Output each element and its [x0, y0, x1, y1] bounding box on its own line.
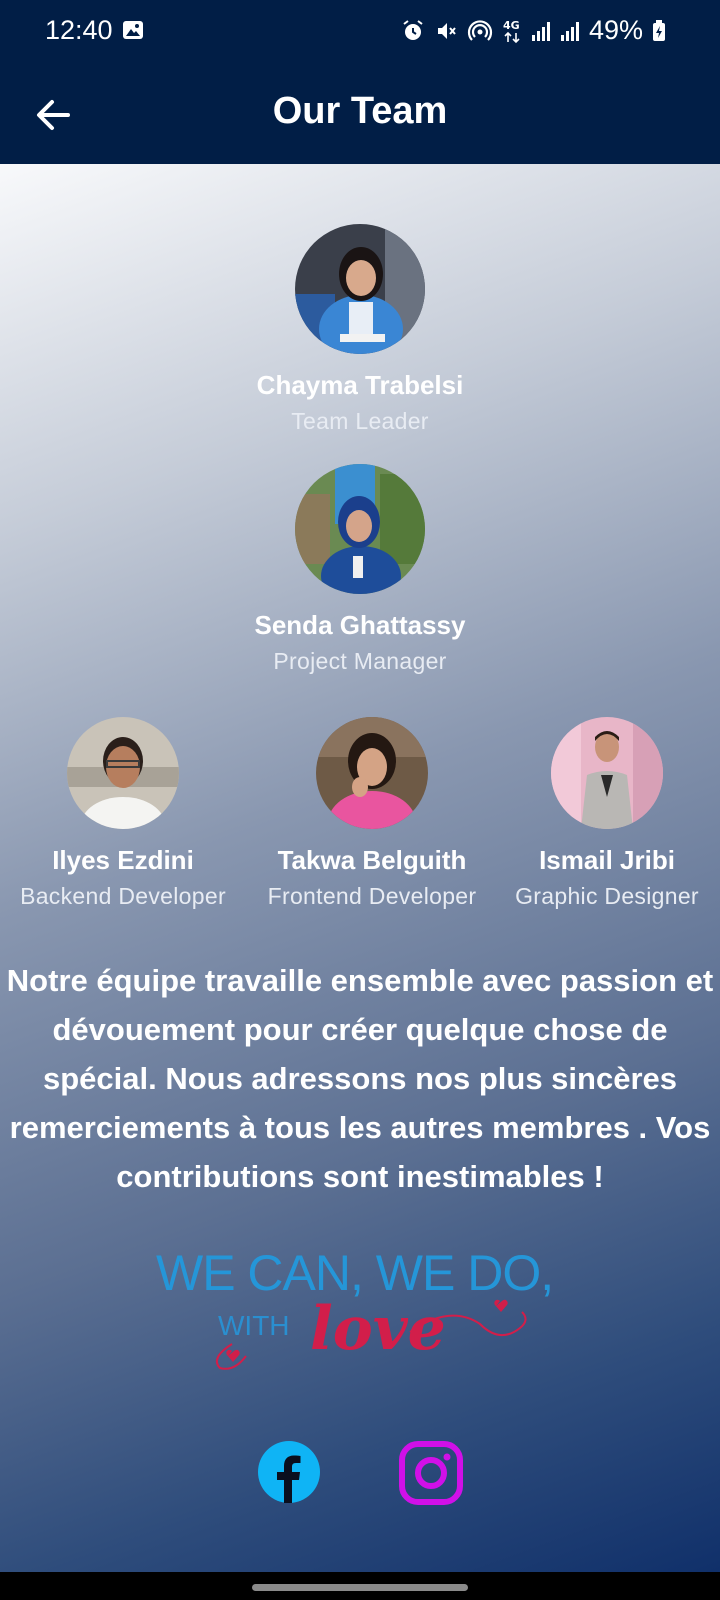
network-4g-icon: 4G [503, 19, 520, 43]
team-message: Notre équipe travaille ensemble avec pas… [6, 963, 714, 1194]
slogan-love: love [310, 1294, 446, 1364]
battery-icon [653, 19, 665, 41]
signal-icon [560, 21, 579, 41]
avatar [295, 464, 425, 594]
status-bar: 12:40 4G 49% [0, 0, 720, 64]
member-name: Chayma Trabelsi [256, 370, 464, 400]
image-icon [123, 21, 143, 39]
mute-icon [437, 22, 456, 39]
navigation-bar [0, 1572, 720, 1600]
hotspot-icon [467, 19, 493, 41]
team-member-frontend: Takwa Belguith Frontend Developer [252, 717, 492, 910]
status-icons: 4G 49% [401, 15, 666, 46]
signal-icon [531, 21, 550, 41]
team-member-leader: Chayma Trabelsi Team Leader [210, 224, 510, 435]
member-role: Project Manager [273, 648, 447, 674]
member-role: Frontend Developer [267, 883, 477, 909]
home-indicator[interactable] [252, 1584, 468, 1591]
member-name: Takwa Belguith [277, 845, 467, 875]
member-name: Senda Ghattassy [254, 610, 466, 640]
avatar [316, 717, 428, 829]
member-name: Ismail Jribi [539, 845, 675, 875]
team-member-manager: Senda Ghattassy Project Manager [210, 464, 510, 675]
member-role: Backend Developer [20, 883, 226, 909]
team-member-backend: Ilyes Ezdini Backend Developer [3, 717, 243, 910]
member-name: Ilyes Ezdini [52, 845, 194, 875]
avatar [295, 224, 425, 354]
member-role: Graphic Designer [515, 883, 699, 909]
team-member-designer: Ismail Jribi Graphic Designer [487, 717, 720, 910]
slogan-with: WITH [218, 1310, 290, 1341]
app-bar: Our Team [0, 64, 720, 164]
instagram-icon[interactable] [398, 1440, 464, 1506]
page-title: Our Team [272, 90, 448, 132]
member-role: Team Leader [291, 408, 429, 434]
facebook-icon[interactable] [258, 1441, 320, 1503]
team-content: Chayma Trabelsi Team Leader Senda Ghatta… [0, 164, 720, 1572]
avatar [67, 717, 179, 829]
slogan-logo: WE CAN, WE DO, WITH love [150, 1244, 580, 1374]
alarm-icon [403, 19, 423, 40]
status-time: 12:40 [45, 15, 113, 45]
svg-text:4G: 4G [503, 19, 520, 32]
avatar [551, 717, 663, 829]
battery-percent: 49% [588, 15, 643, 45]
